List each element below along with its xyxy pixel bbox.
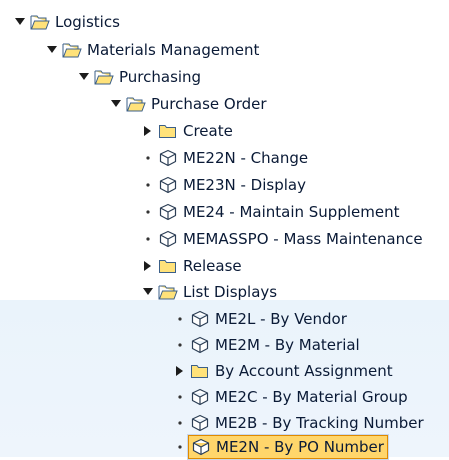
- tree-node-label: List Displays: [183, 283, 278, 301]
- tree-node-purchasing[interactable]: Purchasing: [78, 64, 202, 90]
- triangle-down-icon[interactable]: [78, 70, 90, 84]
- tree-node-by-account-assignment[interactable]: By Account Assignment: [174, 358, 394, 384]
- tree-node-me24[interactable]: ME24 - Maintain Supplement: [142, 199, 400, 225]
- tree-node-label: Logistics: [55, 13, 120, 31]
- bullet-icon: [174, 338, 186, 352]
- tree-node-label: ME23N - Display: [183, 176, 306, 194]
- triangle-down-icon[interactable]: [14, 15, 26, 29]
- closed-folder-icon: [158, 257, 178, 275]
- tree-node-label: Create: [183, 122, 233, 140]
- cube-transaction-icon: [191, 438, 211, 456]
- cube-transaction-icon: [190, 310, 210, 328]
- selection-highlight: ME2N - By PO Number: [187, 434, 389, 460]
- tree-node-me23n[interactable]: ME23N - Display: [142, 172, 307, 198]
- tree-node-me2b[interactable]: ME2B - By Tracking Number: [174, 410, 425, 436]
- open-folder-icon: [126, 95, 146, 113]
- bullet-icon: [142, 205, 154, 219]
- tree-node-label: Purchase Order: [151, 95, 267, 113]
- tree-node-label: Purchasing: [119, 68, 202, 86]
- tree-node-label: Materials Management: [87, 41, 260, 59]
- triangle-right-icon[interactable]: [142, 259, 154, 273]
- tree-node-logistics[interactable]: Logistics: [14, 9, 121, 35]
- cube-transaction-icon: [158, 176, 178, 194]
- bullet-icon: [142, 151, 154, 165]
- tree-node-memasspo[interactable]: MEMASSPO - Mass Maintenance: [142, 226, 424, 252]
- sap-menu-tree: Logistics Materials Management Purchasin…: [0, 0, 449, 460]
- tree-node-list-displays[interactable]: List Displays: [142, 279, 278, 305]
- tree-node-label: ME2B - By Tracking Number: [215, 414, 424, 432]
- cube-transaction-icon: [190, 414, 210, 432]
- tree-node-label: ME2L - By Vendor: [215, 310, 347, 328]
- triangle-down-icon[interactable]: [46, 43, 58, 57]
- bullet-icon: [174, 416, 186, 430]
- triangle-down-icon[interactable]: [142, 285, 154, 299]
- open-folder-icon: [158, 283, 178, 301]
- bullet-icon: [174, 312, 186, 326]
- tree-node-label: ME2C - By Material Group: [215, 388, 408, 406]
- tree-node-label: ME22N - Change: [183, 149, 309, 167]
- tree-node-release[interactable]: Release: [142, 253, 243, 279]
- bullet-icon: [174, 440, 186, 454]
- tree-node-label: ME24 - Maintain Supplement: [183, 203, 400, 221]
- tree-node-me2c[interactable]: ME2C - By Material Group: [174, 384, 409, 410]
- tree-node-create[interactable]: Create: [142, 118, 234, 144]
- cube-transaction-icon: [158, 203, 178, 221]
- cube-transaction-icon: [190, 388, 210, 406]
- tree-node-label: MEMASSPO - Mass Maintenance: [183, 230, 423, 248]
- tree-node-label: ME2N - By PO Number: [216, 438, 384, 456]
- cube-transaction-icon: [158, 230, 178, 248]
- tree-node-materials-management[interactable]: Materials Management: [46, 37, 260, 63]
- bullet-icon: [174, 390, 186, 404]
- closed-folder-icon: [190, 362, 210, 380]
- open-folder-icon: [30, 13, 50, 31]
- triangle-right-icon[interactable]: [142, 124, 154, 138]
- open-folder-icon: [94, 68, 114, 86]
- cube-transaction-icon: [158, 149, 178, 167]
- bullet-icon: [142, 178, 154, 192]
- bullet-icon: [142, 232, 154, 246]
- cube-transaction-icon: [190, 336, 210, 354]
- tree-node-purchase-order[interactable]: Purchase Order: [110, 91, 268, 117]
- closed-folder-icon: [158, 122, 178, 140]
- tree-node-me2l[interactable]: ME2L - By Vendor: [174, 306, 348, 332]
- triangle-down-icon[interactable]: [110, 97, 122, 111]
- tree-node-me22n[interactable]: ME22N - Change: [142, 145, 309, 171]
- tree-node-me2m[interactable]: ME2M - By Material: [174, 332, 361, 358]
- tree-node-label: ME2M - By Material: [215, 336, 360, 354]
- tree-node-label: By Account Assignment: [215, 362, 393, 380]
- open-folder-icon: [62, 41, 82, 59]
- tree-node-me2n[interactable]: ME2N - By PO Number: [174, 434, 389, 460]
- triangle-right-icon[interactable]: [174, 364, 186, 378]
- tree-node-label: Release: [183, 257, 242, 275]
